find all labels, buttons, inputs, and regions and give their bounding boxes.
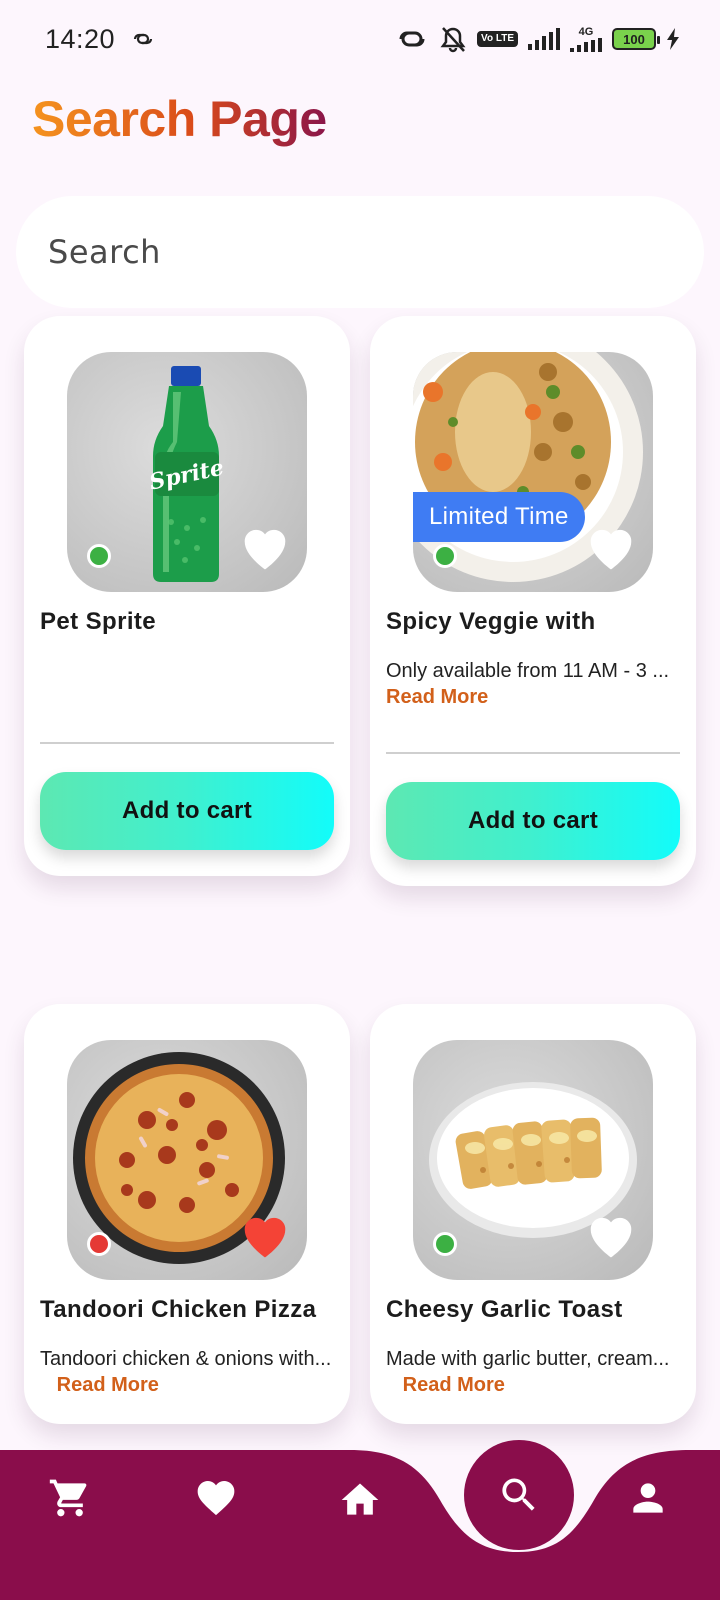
- product-image[interactable]: [67, 1040, 307, 1280]
- product-title: Tandoori Chicken Pizza: [40, 1296, 317, 1323]
- product-card[interactable]: Limited Time Spicy Veggie with Only avai…: [370, 316, 696, 886]
- bell-off-icon: [440, 27, 466, 53]
- divider: [40, 742, 334, 744]
- volte-badge: Vo LTE: [477, 31, 518, 47]
- read-more-link[interactable]: Read More: [386, 684, 682, 710]
- product-description: Made with garlic butter, cream... Read M…: [386, 1346, 682, 1398]
- search-nav-button[interactable]: [464, 1440, 574, 1550]
- signal-icon: [570, 37, 602, 52]
- product-card[interactable]: Cheesy Garlic Toast Made with garlic but…: [370, 1004, 696, 1424]
- status-time: 14:20: [45, 23, 116, 54]
- veg-indicator: [433, 1232, 457, 1256]
- search-input[interactable]: [48, 233, 648, 271]
- product-description: Tandoori chicken & onions with... Read M…: [40, 1346, 336, 1398]
- status-bar: 14:20 Vo LTE 4G 100: [0, 0, 720, 78]
- charging-icon: [667, 28, 679, 50]
- network-type: 4G: [578, 25, 594, 38]
- read-more-link[interactable]: Read More: [403, 1374, 505, 1396]
- product-card[interactable]: Tandoori Chicken Pizza Tandoori chicken …: [24, 1004, 350, 1424]
- divider: [386, 752, 680, 754]
- link-icon: [399, 31, 425, 47]
- veg-indicator: [433, 544, 457, 568]
- heart-icon[interactable]: [584, 1210, 638, 1260]
- product-image[interactable]: Sprite: [67, 352, 307, 592]
- limited-time-badge: Limited Time: [413, 492, 585, 542]
- product-card[interactable]: Sprite Pet Sprite Add to cart: [24, 316, 350, 876]
- heart-icon[interactable]: [194, 1476, 238, 1520]
- add-to-cart-button[interactable]: Add to cart: [386, 782, 680, 860]
- battery-icon: 100: [612, 28, 660, 50]
- home-icon[interactable]: [338, 1478, 382, 1522]
- person-icon[interactable]: [626, 1476, 670, 1520]
- read-more-link[interactable]: Read More: [57, 1374, 159, 1396]
- signal-icon: [528, 28, 560, 50]
- veg-indicator: [87, 544, 111, 568]
- search-bar[interactable]: [16, 196, 704, 308]
- search-icon: [502, 1478, 535, 1511]
- description-text: Only available from 11 AM - 3 ...: [386, 660, 670, 682]
- link-icon: [133, 33, 153, 45]
- product-description: Only available from 11 AM - 3 ... Read M…: [386, 658, 682, 710]
- battery-level: 100: [623, 31, 645, 47]
- page-title: Search Page: [32, 91, 327, 147]
- product-title: Pet Sprite: [40, 608, 157, 635]
- product-title: Cheesy Garlic Toast: [386, 1296, 623, 1323]
- product-image[interactable]: [413, 1040, 653, 1280]
- description-text: Tandoori chicken & onions with...: [40, 1348, 332, 1370]
- heart-icon[interactable]: [238, 522, 292, 572]
- product-title: Spicy Veggie with: [386, 608, 596, 635]
- cart-icon[interactable]: [48, 1476, 92, 1520]
- heart-icon[interactable]: [584, 522, 638, 572]
- add-to-cart-button[interactable]: Add to cart: [40, 772, 334, 850]
- description-text: Made with garlic butter, cream...: [386, 1348, 670, 1370]
- product-image[interactable]: Limited Time: [413, 352, 653, 592]
- non-veg-indicator: [87, 1232, 111, 1256]
- heart-icon[interactable]: [238, 1210, 292, 1260]
